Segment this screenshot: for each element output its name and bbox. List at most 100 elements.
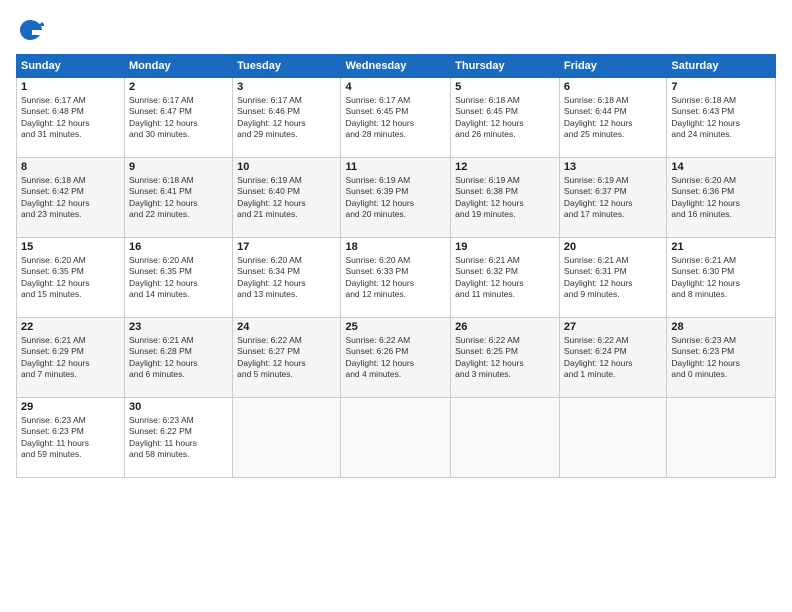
calendar-cell: 29 Sunrise: 6:23 AMSunset: 6:23 PMDayligh… [17,398,125,478]
calendar-cell: 16 Sunrise: 6:20 AMSunset: 6:35 PMDayligh… [125,238,233,318]
calendar-cell: 4Sunrise: 6:17 AMSunset: 6:45 PMDaylight… [341,78,451,158]
calendar-week-row: 1 Sunrise: 6:17 AMSunset: 6:48 PMDaylight… [17,78,776,158]
day-number: 16 [129,241,228,253]
day-number: 17 [237,241,336,253]
day-info: Sunrise: 6:18 AMSunset: 6:42 PMDaylight:… [21,175,90,219]
day-number: 23 [129,321,228,333]
calendar-week-row: 15 Sunrise: 6:20 AMSunset: 6:35 PMDayligh… [17,238,776,318]
logo [16,16,48,44]
page: SundayMondayTuesdayWednesdayThursdayFrid… [0,0,792,612]
calendar-cell [667,398,776,478]
day-info: Sunrise: 6:21 AMSunset: 6:28 PMDaylight:… [129,335,198,379]
calendar-cell [233,398,341,478]
day-number: 29 [21,401,120,413]
day-number: 6 [564,81,662,93]
calendar-cell: 10 Sunrise: 6:19 AMSunset: 6:40 PMDayligh… [233,158,341,238]
calendar-header-row: SundayMondayTuesdayWednesdayThursdayFrid… [17,55,776,78]
day-info: Sunrise: 6:19 AMSunset: 6:39 PMDaylight:… [345,175,414,219]
calendar: SundayMondayTuesdayWednesdayThursdayFrid… [16,54,776,478]
calendar-week-row: 8 Sunrise: 6:18 AMSunset: 6:42 PMDaylight… [17,158,776,238]
day-info: Sunrise: 6:18 AMSunset: 6:41 PMDaylight:… [129,175,198,219]
calendar-cell: 24 Sunrise: 6:22 AMSunset: 6:27 PMDayligh… [233,318,341,398]
day-number: 22 [21,321,120,333]
day-number: 5 [455,81,555,93]
calendar-cell: 27Sunrise: 6:22 AMSunset: 6:24 PMDayligh… [559,318,666,398]
day-info: Sunrise: 6:17 AMSunset: 6:45 PMDaylight:… [345,95,414,139]
calendar-cell [559,398,666,478]
day-info: Sunrise: 6:18 AMSunset: 6:44 PMDaylight:… [564,95,633,139]
logo-icon [16,16,44,44]
day-info: Sunrise: 6:20 AMSunset: 6:33 PMDaylight:… [345,255,414,299]
day-number: 24 [237,321,336,333]
day-info: Sunrise: 6:21 AMSunset: 6:29 PMDaylight:… [21,335,90,379]
calendar-cell: 18 Sunrise: 6:20 AMSunset: 6:33 PMDayligh… [341,238,451,318]
calendar-cell: 3 Sunrise: 6:17 AMSunset: 6:46 PMDaylight… [233,78,341,158]
calendar-cell [451,398,560,478]
header [16,16,776,44]
day-number: 21 [671,241,771,253]
day-number: 25 [345,321,446,333]
calendar-cell: 7 Sunrise: 6:18 AMSunset: 6:43 PMDaylight… [667,78,776,158]
day-number: 1 [21,81,120,93]
day-info: Sunrise: 6:20 AMSunset: 6:35 PMDaylight:… [129,255,198,299]
day-info: Sunrise: 6:22 AMSunset: 6:27 PMDaylight:… [237,335,306,379]
day-number: 20 [564,241,662,253]
day-number: 14 [671,161,771,173]
day-info: Sunrise: 6:19 AMSunset: 6:37 PMDaylight:… [564,175,633,219]
day-number: 7 [671,81,771,93]
day-number: 11 [345,161,446,173]
day-info: Sunrise: 6:18 AMSunset: 6:43 PMDaylight:… [671,95,740,139]
weekday-header: Monday [125,55,233,78]
day-info: Sunrise: 6:23 AMSunset: 6:23 PMDaylight:… [21,415,89,459]
calendar-cell: 6 Sunrise: 6:18 AMSunset: 6:44 PMDaylight… [559,78,666,158]
day-number: 9 [129,161,228,173]
calendar-cell: 28 Sunrise: 6:23 AMSunset: 6:23 PMDayligh… [667,318,776,398]
calendar-cell: 25 Sunrise: 6:22 AMSunset: 6:26 PMDayligh… [341,318,451,398]
calendar-week-row: 29 Sunrise: 6:23 AMSunset: 6:23 PMDayligh… [17,398,776,478]
day-number: 10 [237,161,336,173]
calendar-cell: 5Sunrise: 6:18 AMSunset: 6:45 PMDaylight… [451,78,560,158]
day-info: Sunrise: 6:22 AMSunset: 6:26 PMDaylight:… [345,335,414,379]
day-number: 30 [129,401,228,413]
day-number: 15 [21,241,120,253]
calendar-cell: 17 Sunrise: 6:20 AMSunset: 6:34 PMDayligh… [233,238,341,318]
day-number: 26 [455,321,555,333]
day-number: 2 [129,81,228,93]
day-number: 13 [564,161,662,173]
day-info: Sunrise: 6:21 AMSunset: 6:30 PMDaylight:… [671,255,740,299]
calendar-cell: 26 Sunrise: 6:22 AMSunset: 6:25 PMDayligh… [451,318,560,398]
weekday-header: Thursday [451,55,560,78]
calendar-cell: 30Sunrise: 6:23 AMSunset: 6:22 PMDayligh… [125,398,233,478]
weekday-header: Tuesday [233,55,341,78]
calendar-cell: 22 Sunrise: 6:21 AMSunset: 6:29 PMDayligh… [17,318,125,398]
weekday-header: Saturday [667,55,776,78]
calendar-cell [341,398,451,478]
calendar-cell: 1 Sunrise: 6:17 AMSunset: 6:48 PMDaylight… [17,78,125,158]
day-info: Sunrise: 6:20 AMSunset: 6:35 PMDaylight:… [21,255,90,299]
calendar-cell: 8 Sunrise: 6:18 AMSunset: 6:42 PMDaylight… [17,158,125,238]
day-info: Sunrise: 6:17 AMSunset: 6:46 PMDaylight:… [237,95,306,139]
day-info: Sunrise: 6:22 AMSunset: 6:24 PMDaylight:… [564,335,633,379]
calendar-cell: 21 Sunrise: 6:21 AMSunset: 6:30 PMDayligh… [667,238,776,318]
day-number: 3 [237,81,336,93]
day-number: 12 [455,161,555,173]
weekday-header: Sunday [17,55,125,78]
day-info: Sunrise: 6:22 AMSunset: 6:25 PMDaylight:… [455,335,524,379]
day-info: Sunrise: 6:19 AMSunset: 6:40 PMDaylight:… [237,175,306,219]
day-info: Sunrise: 6:17 AMSunset: 6:47 PMDaylight:… [129,95,198,139]
calendar-cell: 13 Sunrise: 6:19 AMSunset: 6:37 PMDayligh… [559,158,666,238]
day-info: Sunrise: 6:23 AMSunset: 6:23 PMDaylight:… [671,335,740,379]
day-number: 28 [671,321,771,333]
weekday-header: Friday [559,55,666,78]
day-info: Sunrise: 6:17 AMSunset: 6:48 PMDaylight:… [21,95,90,139]
calendar-cell: 15 Sunrise: 6:20 AMSunset: 6:35 PMDayligh… [17,238,125,318]
calendar-cell: 23 Sunrise: 6:21 AMSunset: 6:28 PMDayligh… [125,318,233,398]
calendar-cell: 9 Sunrise: 6:18 AMSunset: 6:41 PMDaylight… [125,158,233,238]
calendar-week-row: 22 Sunrise: 6:21 AMSunset: 6:29 PMDayligh… [17,318,776,398]
weekday-header: Wednesday [341,55,451,78]
day-number: 18 [345,241,446,253]
calendar-cell: 19Sunrise: 6:21 AMSunset: 6:32 PMDayligh… [451,238,560,318]
day-info: Sunrise: 6:20 AMSunset: 6:34 PMDaylight:… [237,255,306,299]
day-number: 19 [455,241,555,253]
day-number: 8 [21,161,120,173]
